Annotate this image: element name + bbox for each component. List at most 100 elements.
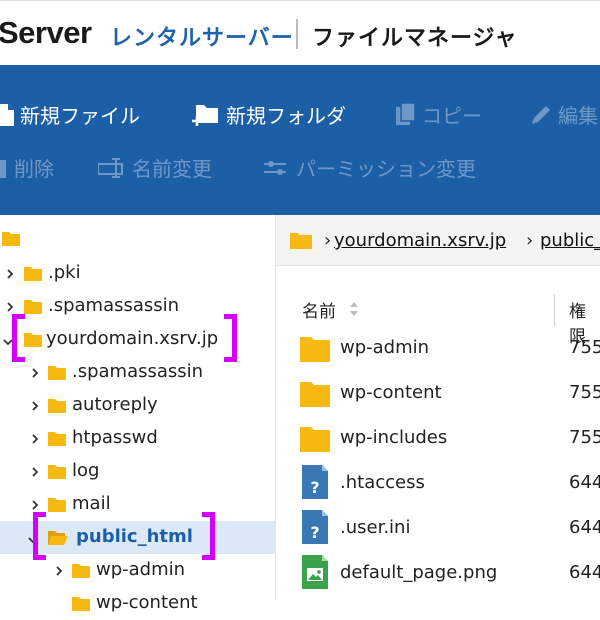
app-header: Server レンタルサーバー ファイルマネージャ [0, 0, 600, 66]
file-permission: 644 [569, 562, 600, 583]
table-row[interactable]: wp-content 755 [276, 371, 600, 415]
chevron-right-icon [32, 401, 39, 411]
brand-subtitle: レンタルサーバー [110, 26, 294, 51]
pencil-icon [532, 105, 550, 124]
new-file-button[interactable]: 新規ファイル [0, 100, 140, 129]
new-folder-label: 新規フォルダ [226, 104, 346, 128]
file-permission: 644 [569, 517, 600, 538]
tree-item-label: .spamassassin [72, 361, 204, 382]
breadcrumb-domain-link[interactable]: yourdomain.xsrv.jp [334, 230, 506, 251]
highlight-bracket-left [33, 512, 46, 560]
image-file-icon [302, 555, 328, 589]
folder-icon [48, 432, 66, 446]
header-divider [296, 19, 298, 49]
highlight-bracket-right [224, 314, 237, 362]
folder-plus-icon [192, 104, 218, 126]
tree-item-label: autoreply [72, 394, 158, 415]
tree-root[interactable] [0, 224, 275, 257]
tree-item[interactable]: htpasswd [0, 422, 275, 455]
file-name: .user.ini [340, 517, 411, 538]
table-row[interactable]: wp-includes 755 [276, 416, 600, 460]
name-column-header[interactable]: 名前 [302, 297, 336, 322]
tree-item-label: log [72, 460, 100, 481]
unknown-file-icon: ? [302, 465, 328, 499]
folder-icon [24, 267, 42, 281]
tree-item-label: .spamassassin [48, 295, 180, 316]
tree-item-label: .pki [48, 262, 81, 283]
new-folder-button[interactable]: 新規フォルダ [192, 100, 346, 129]
file-permission: 755 [569, 382, 600, 403]
folder-icon [48, 399, 66, 413]
table-row[interactable]: wp-admin 755 [276, 326, 600, 370]
file-icon [0, 103, 14, 126]
rename-icon [98, 157, 123, 178]
tree-item-label: wp-content [96, 592, 198, 613]
breadcrumb: › yourdomain.xsrv.jp › public_ [276, 215, 600, 266]
folder-icon [300, 427, 330, 452]
svg-text:?: ? [310, 478, 319, 497]
chevron-right-icon [7, 302, 14, 312]
sliders-icon [264, 160, 286, 175]
folder-icon [48, 465, 66, 479]
table-row[interactable]: default_page.png 644 [276, 551, 600, 595]
chevron-right-icon [32, 368, 39, 378]
chevron-right-icon [32, 500, 39, 510]
breadcrumb-separator-icon: › [324, 230, 332, 251]
brand-logo-text: Server [0, 15, 92, 50]
delete-button[interactable]: 削除 [0, 153, 54, 182]
svg-text:?: ? [310, 523, 319, 542]
sort-icon[interactable] [348, 301, 360, 317]
trash-icon [0, 159, 6, 178]
toolbar: 新規ファイル 新規フォルダ コピー 編集 削除 名前変更 パーミッション変更 [0, 65, 600, 215]
highlight-bracket-left [12, 314, 25, 362]
chevron-right-icon [7, 269, 14, 279]
tree-item[interactable]: autoreply [0, 389, 275, 422]
chevron-right-icon [32, 467, 39, 477]
folder-icon [72, 597, 90, 611]
unknown-file-icon: ? [302, 510, 328, 544]
file-list-panel: › yourdomain.xsrv.jp › public_ 名前 権限 wp-… [276, 215, 600, 600]
file-name: .htaccess [340, 472, 425, 493]
tree-item[interactable]: .pki [0, 257, 275, 290]
new-file-label: 新規ファイル [20, 104, 140, 128]
highlight-bracket-right [202, 512, 215, 560]
table-row[interactable]: ? .user.ini 644 [276, 506, 600, 550]
copy-icon [396, 102, 416, 125]
folder-tree: .pki .spamassassin yourdomain.xsrv.jp .s… [0, 215, 276, 613]
copy-button[interactable]: コピー [396, 100, 482, 129]
folder-icon [290, 233, 312, 249]
rename-button[interactable]: 名前変更 [98, 153, 212, 182]
folder-icon [48, 498, 66, 512]
folder-icon [300, 382, 330, 407]
folder-icon [48, 366, 66, 380]
column-divider [554, 294, 555, 326]
file-name: wp-content [340, 382, 442, 403]
file-permission: 644 [569, 472, 600, 493]
tree-item[interactable]: wp-content [0, 587, 275, 620]
file-permission: 755 [569, 337, 600, 358]
rename-label: 名前変更 [132, 157, 212, 181]
copy-label: コピー [422, 104, 482, 128]
chevron-right-icon [56, 566, 63, 576]
tree-item-label: wp-admin [96, 559, 186, 580]
permission-label: パーミッション変更 [296, 157, 476, 181]
edit-button[interactable]: 編集 [530, 100, 598, 129]
delete-label: 削除 [14, 157, 54, 181]
chevron-right-icon [32, 434, 39, 444]
file-permission: 755 [569, 427, 600, 448]
file-name: default_page.png [340, 562, 498, 583]
permission-button[interactable]: パーミッション変更 [262, 153, 476, 182]
tree-item-label: mail [72, 493, 111, 514]
open-folder-icon [48, 531, 68, 545]
edit-label: 編集 [558, 104, 598, 128]
tree-item-label: public_html [76, 526, 193, 547]
folder-icon [24, 333, 42, 347]
folder-icon [2, 232, 20, 246]
file-name: wp-includes [340, 427, 448, 448]
breadcrumb-separator-icon: › [526, 230, 534, 251]
tree-item-label: yourdomain.xsrv.jp [46, 328, 219, 349]
tree-item[interactable]: log [0, 455, 275, 488]
table-row[interactable]: ? .htaccess 644 [276, 461, 600, 505]
tree-item-label: htpasswd [72, 427, 158, 448]
breadcrumb-folder-link[interactable]: public_ [540, 230, 600, 251]
